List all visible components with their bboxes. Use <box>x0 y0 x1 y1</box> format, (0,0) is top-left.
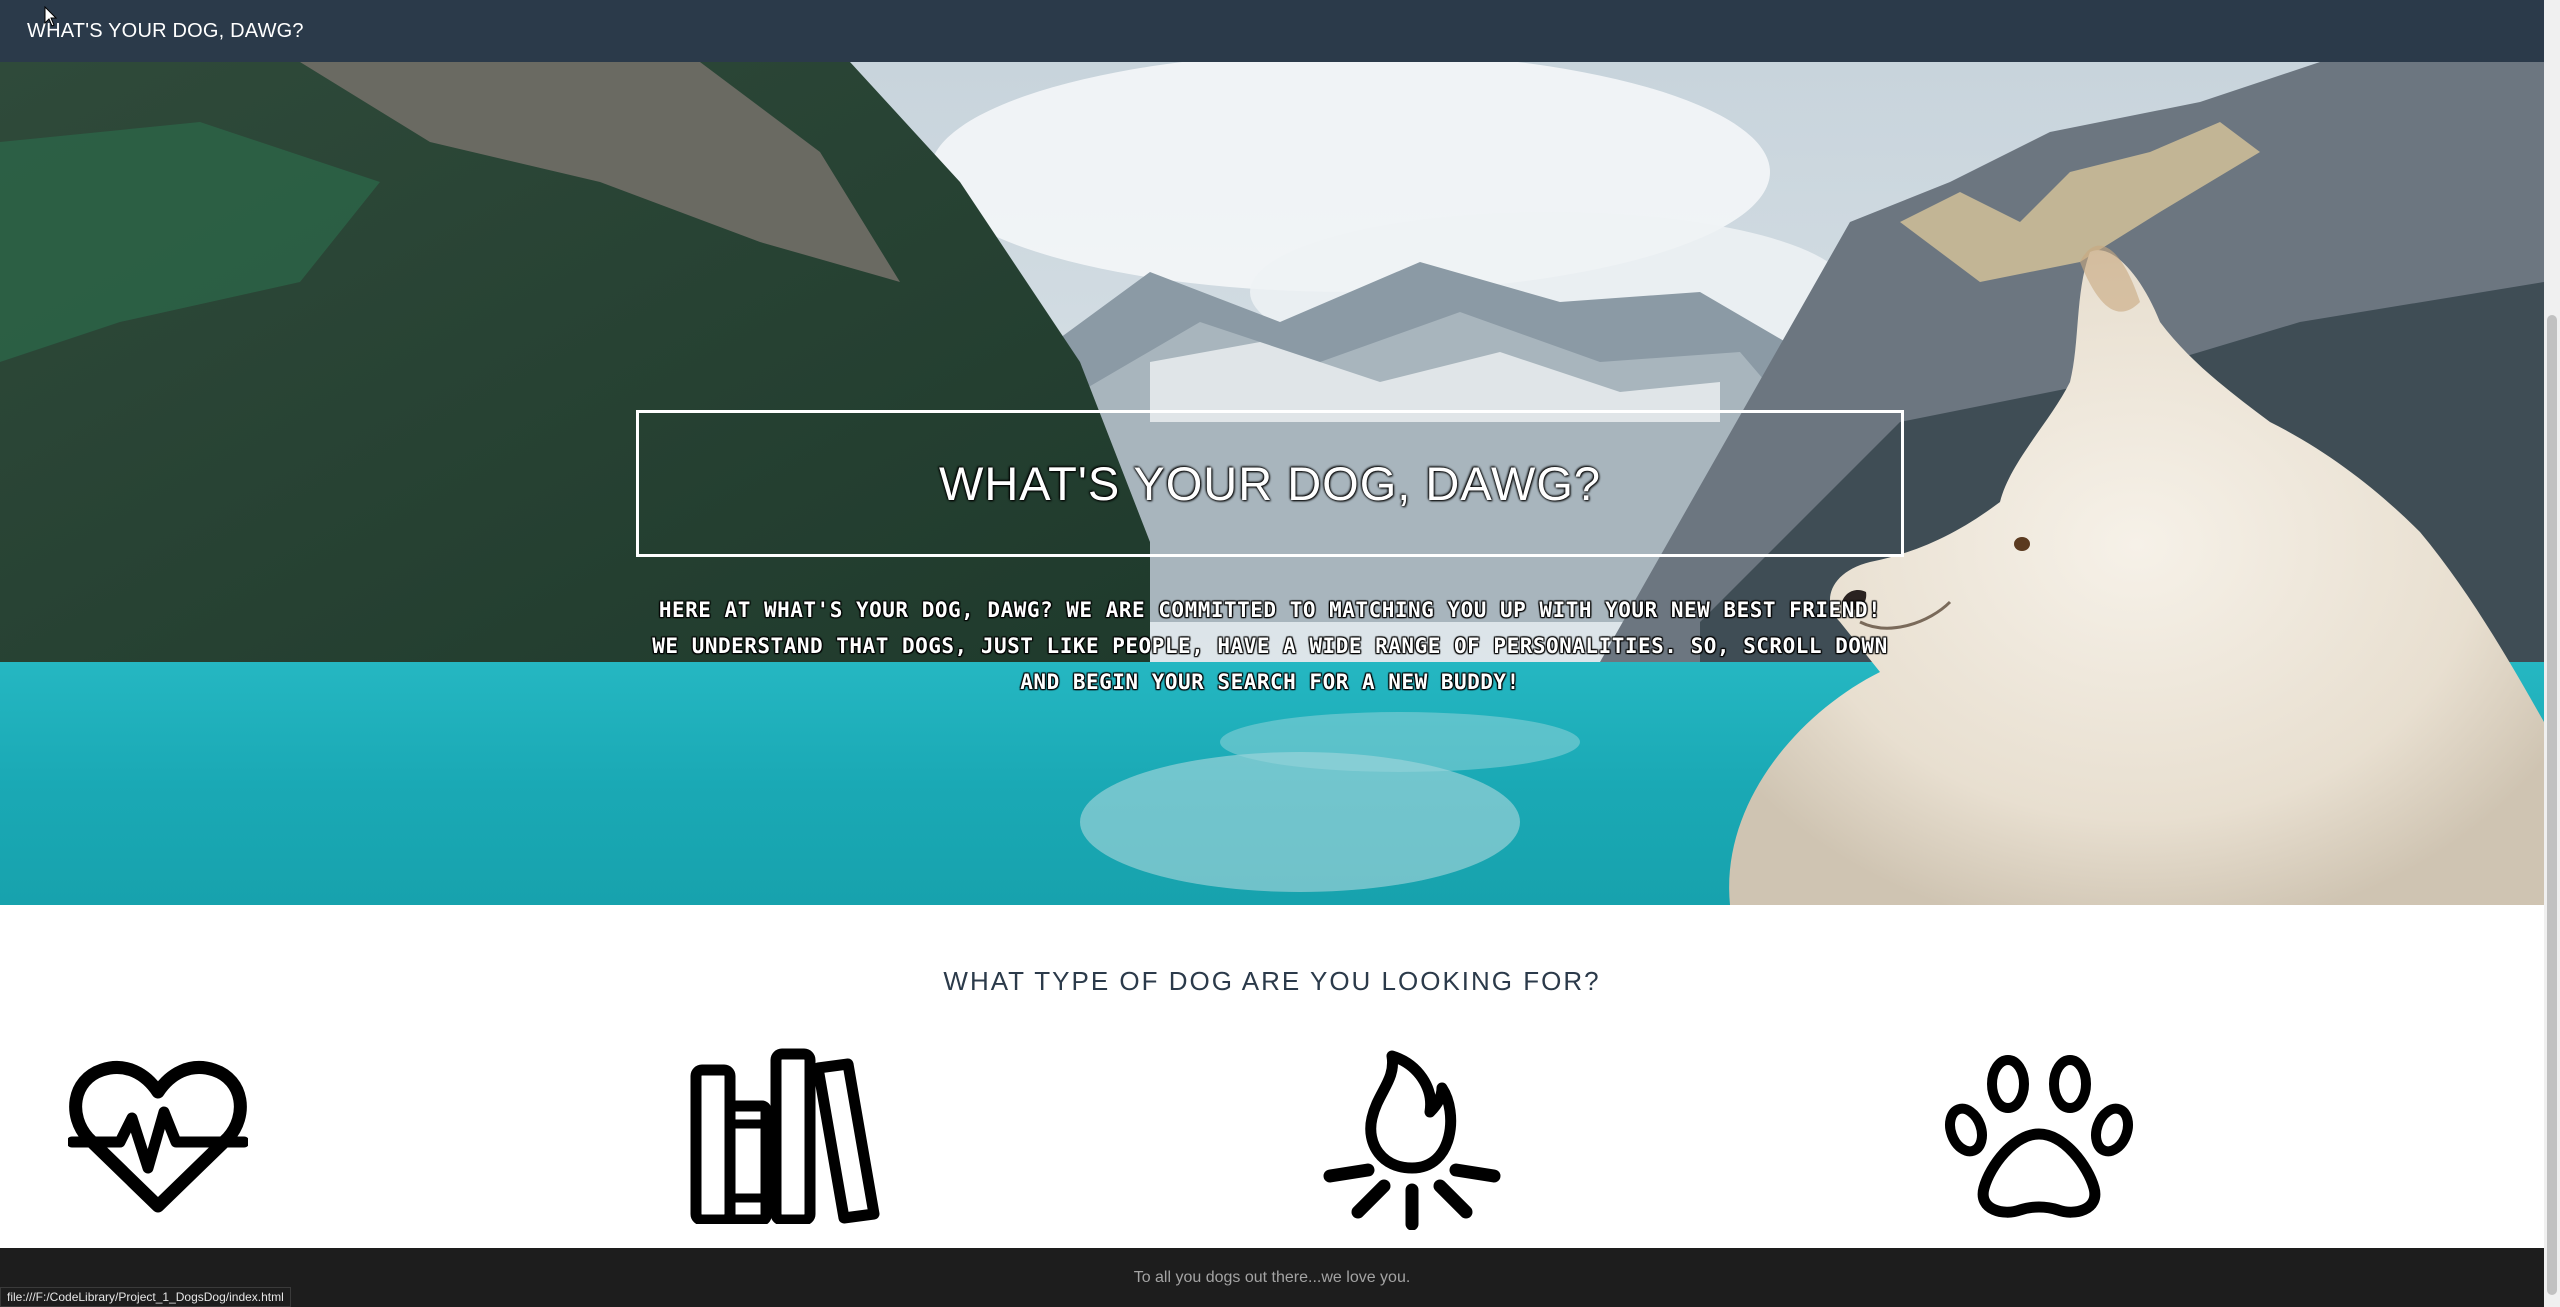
footer-text: To all you dogs out there...we love you. <box>1133 1268 1411 1286</box>
footer: To all you dogs out there...we love you. <box>0 1248 2544 1307</box>
scrollbar-thumb[interactable] <box>2547 315 2557 1295</box>
books-icon[interactable] <box>690 1048 880 1224</box>
status-url: file:///F:/CodeLibrary/Project_1_DogsDog… <box>7 1290 284 1304</box>
browser-status-bar: file:///F:/CodeLibrary/Project_1_DogsDog… <box>0 1287 291 1307</box>
page: WHAT'S YOUR DOG, DAWG? WHAT'S YOUR DOG, … <box>0 0 2560 1307</box>
dog-type-heading: WHAT TYPE OF DOG ARE YOU LOOKING FOR? <box>943 966 1601 996</box>
hero-section: WHAT'S YOUR DOG, DAWG? Here at What's Yo… <box>0 62 2544 905</box>
hero-title-box: WHAT'S YOUR DOG, DAWG? <box>636 410 1904 557</box>
heartbeat-icon[interactable] <box>68 1058 248 1214</box>
mouse-cursor-icon <box>44 6 58 27</box>
campfire-icon[interactable] <box>1322 1040 1502 1230</box>
top-navbar: WHAT'S YOUR DOG, DAWG? <box>0 0 2544 62</box>
hero-intro-text: Here at What's Your Dog, Dawg? we are co… <box>652 598 1888 694</box>
hero-title: WHAT'S YOUR DOG, DAWG? <box>938 457 1602 510</box>
brand-link[interactable]: WHAT'S YOUR DOG, DAWG? <box>27 20 304 43</box>
paw-icon[interactable] <box>1944 1054 2134 1220</box>
vertical-scrollbar[interactable] <box>2544 0 2560 1307</box>
